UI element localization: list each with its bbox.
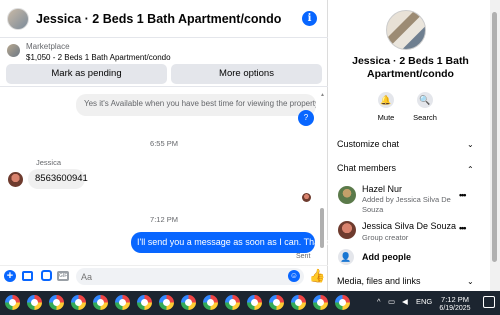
chat-info-title: Jessica · 2 Beds 1 Bath Apartment/condo (352, 55, 469, 80)
member-name[interactable]: Hazel Nur (362, 184, 402, 194)
search-icon[interactable]: 🔍 (417, 92, 433, 108)
chat-header: Jessica · 2 Beds 1 Bath Apartment/condo (0, 0, 328, 38)
chrome-icon[interactable] (115, 295, 130, 310)
chrome-icon[interactable] (225, 295, 240, 310)
sticker-icon[interactable] (41, 270, 52, 281)
message-bubble-truncated[interactable]: Yes it's Available when you have best ti… (76, 94, 316, 116)
message-bubble-phone[interactable]: 8563600941 (28, 169, 88, 189)
volume-icon[interactable]: ◀ (402, 297, 408, 306)
chrome-icon[interactable] (137, 295, 152, 310)
member-more-icon[interactable]: ••• (459, 190, 467, 200)
timestamp: 7:12 PM (150, 215, 178, 224)
chat-scrollbar-thumb[interactable] (320, 208, 324, 248)
chrome-icon[interactable] (27, 295, 42, 310)
emoji-icon[interactable]: ☺ (288, 270, 300, 282)
chrome-icon[interactable] (5, 295, 20, 310)
seen-avatar (302, 193, 311, 202)
mark-as-pending-button[interactable]: Mark as pending (6, 64, 167, 84)
chrome-icon[interactable] (159, 295, 174, 310)
chevron-down-icon[interactable]: ⌄ (467, 277, 474, 286)
timestamp: 6:55 PM (150, 139, 178, 148)
network-icon[interactable]: ▭ (388, 297, 395, 306)
add-person-icon[interactable]: 👤 (338, 249, 354, 265)
member-subtitle: Added by Jessica Silva De Souza (362, 195, 451, 214)
image-icon[interactable] (22, 271, 33, 281)
chat-members-section[interactable]: Chat members (337, 163, 396, 173)
more-options-button[interactable]: More options (171, 64, 322, 84)
listing-title[interactable]: $1,050 - 2 Beds 1 Bath Apartment/condo (26, 53, 171, 62)
member-avatar[interactable] (338, 221, 356, 239)
sender-name: Jessica (36, 158, 62, 167)
mute-label[interactable]: Mute (371, 113, 401, 122)
chrome-icon[interactable] (291, 295, 306, 310)
panel-scrollbar-thumb[interactable] (492, 12, 497, 262)
chat-avatar[interactable] (7, 7, 29, 30)
chevron-down-icon[interactable]: ⌄ (467, 140, 474, 149)
member-name[interactable]: Jessica Silva De Souza (362, 221, 456, 231)
info-icon[interactable]: i (302, 11, 317, 26)
taskbar-date[interactable]: 6/19/2025 (433, 305, 477, 312)
plus-icon[interactable]: + (4, 270, 16, 282)
chrome-icon[interactable] (93, 295, 108, 310)
chevron-up-icon[interactable]: ⌃ (467, 165, 474, 174)
language-indicator[interactable]: ENG (416, 297, 432, 306)
my-message-bubble[interactable]: I'll send you a message as soon as I can… (131, 232, 333, 253)
sender-avatar[interactable] (8, 172, 23, 187)
bell-icon[interactable]: 🔔 (378, 92, 394, 108)
listing-thumbnail[interactable] (7, 44, 20, 57)
chat-title[interactable]: Jessica · 2 Beds 1 Bath Apartment/condo (36, 12, 281, 26)
chrome-icon[interactable] (269, 295, 284, 310)
chat-info-avatar[interactable] (386, 10, 426, 50)
member-subtitle: Group creator (362, 233, 409, 242)
notification-icon[interactable] (483, 296, 495, 308)
scroll-up-arrow-icon[interactable]: ▲ (320, 92, 325, 98)
search-label[interactable]: Search (410, 113, 440, 122)
my-message-bubble-question[interactable]: ? (298, 110, 314, 126)
message-input[interactable] (76, 268, 304, 285)
chrome-icon[interactable] (181, 295, 196, 310)
chrome-icon[interactable] (203, 295, 218, 310)
chrome-icon[interactable] (313, 295, 328, 310)
member-avatar[interactable] (338, 186, 356, 204)
add-people-button[interactable]: Add people (362, 252, 411, 262)
customize-chat-section[interactable]: Customize chat (337, 139, 399, 149)
chrome-icon[interactable] (71, 295, 86, 310)
chrome-icon[interactable] (247, 295, 262, 310)
marketplace-label: Marketplace (26, 42, 70, 51)
sent-status: Sent (296, 253, 311, 260)
thumbs-up-icon[interactable]: 👍 (309, 268, 325, 284)
taskbar-time[interactable]: 7:12 PM (437, 295, 473, 304)
media-files-links-section[interactable]: Media, files and links (337, 276, 421, 286)
chrome-icon[interactable] (49, 295, 64, 310)
tray-chevron-icon[interactable]: ^ (377, 297, 381, 306)
screen: Jessica · 2 Beds 1 Bath Apartment/condo … (0, 0, 500, 315)
gif-icon[interactable]: GIF (57, 271, 69, 281)
chrome-icon[interactable] (335, 295, 350, 310)
member-more-icon[interactable]: ••• (459, 223, 467, 233)
